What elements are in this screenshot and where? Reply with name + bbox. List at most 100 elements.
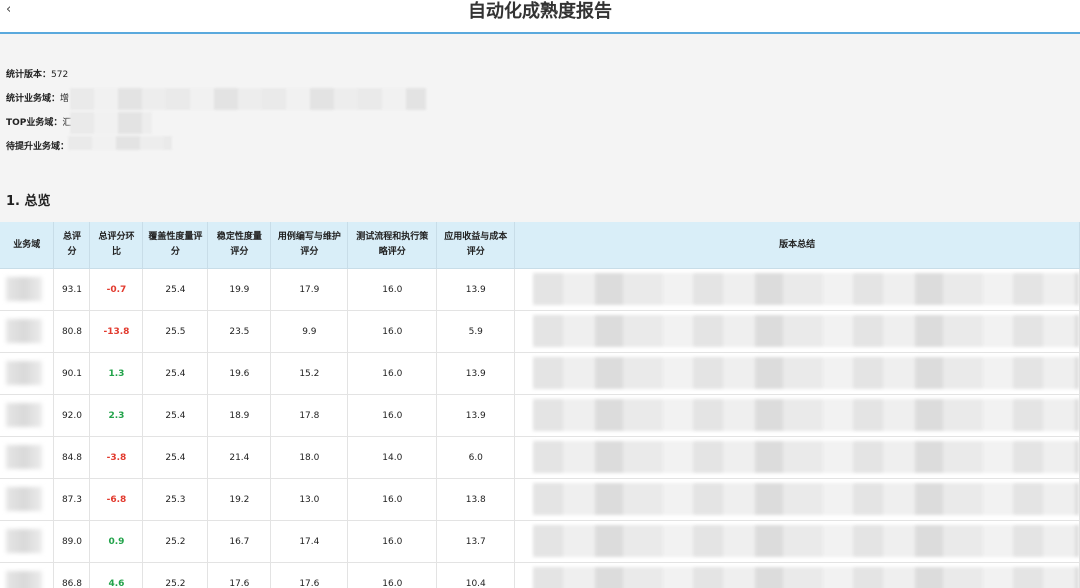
column-header-process[interactable]: 测试流程和执行策略评分: [347, 222, 438, 269]
table-row[interactable]: 89.0 0.9 25.2 16.7 17.4 16.0 13.7: [0, 520, 1080, 563]
redacted-top-domain: [70, 112, 152, 134]
column-header-domain[interactable]: 业务域: [0, 222, 55, 269]
column-header-delta[interactable]: 总评分环比: [89, 222, 144, 269]
overview-table-container: 业务域 总评分 总评分环比 覆盖性度量评分 稳定性度量评分 用例编写与维护评分 …: [0, 222, 1080, 588]
column-header-total[interactable]: 总评分: [53, 222, 91, 269]
redacted-domain-name: [6, 319, 42, 343]
redacted-domain-name: [6, 487, 42, 511]
redacted-summary: [533, 357, 1079, 389]
top-domain-info: TOP业务域：汇: [6, 115, 71, 128]
summary-cell: [514, 310, 1080, 353]
stability-score: 16.7: [207, 520, 272, 563]
table-row[interactable]: 92.0 2.3 25.4 18.9 17.8 16.0 13.9: [0, 394, 1080, 437]
table-row[interactable]: 90.1 1.3 25.4 19.6 15.2 16.0 13.9: [0, 352, 1080, 395]
process-score: 16.0: [347, 310, 438, 353]
benefit-score: 6.0: [436, 436, 516, 479]
redacted-domain-name: [6, 361, 42, 385]
section-title-overview: 1. 总览: [6, 194, 51, 209]
domain-info: 统计业务域：增: [6, 91, 69, 104]
column-header-benefit[interactable]: 应用收益与成本评分: [436, 222, 516, 269]
table-header-row: 业务域 总评分 总评分环比 覆盖性度量评分 稳定性度量评分 用例编写与维护评分 …: [0, 222, 1080, 269]
version-label: 统计版本：: [6, 70, 52, 80]
redacted-domain-name: [6, 445, 42, 469]
summary-cell: [514, 562, 1080, 588]
redacted-summary: [533, 441, 1079, 473]
benefit-score: 13.8: [436, 478, 516, 521]
improve-domain-info: 待提升业务域：: [6, 139, 69, 152]
coverage-score: 25.3: [142, 478, 209, 521]
redacted-domain-name: [6, 277, 42, 301]
redacted-summary: [533, 315, 1079, 347]
score-delta: -13.8: [89, 310, 144, 353]
domain-cell: [0, 436, 55, 479]
coverage-score: 25.5: [142, 310, 209, 353]
coverage-score: 25.4: [142, 352, 209, 395]
table-row[interactable]: 84.8 -3.8 25.4 21.4 18.0 14.0 6.0: [0, 436, 1080, 479]
benefit-score: 13.7: [436, 520, 516, 563]
report-header: ‹ 自动化成熟度报告: [0, 0, 1080, 34]
process-score: 16.0: [347, 478, 438, 521]
table-row[interactable]: 93.1 -0.7 25.4 19.9 17.9 16.0 13.9: [0, 268, 1080, 311]
benefit-score: 5.9: [436, 310, 516, 353]
redacted-improve-domain: [68, 136, 172, 150]
process-score: 16.0: [347, 520, 438, 563]
domain-cell: [0, 394, 55, 437]
stability-score: 19.6: [207, 352, 272, 395]
redacted-domains: [70, 88, 426, 110]
summary-cell: [514, 520, 1080, 563]
coverage-score: 25.4: [142, 394, 209, 437]
authoring-score: 17.6: [270, 562, 349, 588]
redacted-domain-name: [6, 403, 42, 427]
authoring-score: 17.8: [270, 394, 349, 437]
column-header-stability[interactable]: 稳定性度量评分: [207, 222, 272, 269]
score-delta: -0.7: [89, 268, 144, 311]
process-score: 16.0: [347, 562, 438, 588]
coverage-score: 25.2: [142, 520, 209, 563]
total-score: 86.8: [53, 562, 91, 588]
total-score: 89.0: [53, 520, 91, 563]
authoring-score: 13.0: [270, 478, 349, 521]
summary-cell: [514, 352, 1080, 395]
redacted-summary: [533, 399, 1079, 431]
summary-cell: [514, 436, 1080, 479]
authoring-score: 15.2: [270, 352, 349, 395]
redacted-summary: [533, 273, 1079, 305]
column-header-summary[interactable]: 版本总结: [514, 222, 1080, 269]
column-header-authoring[interactable]: 用例编写与维护评分: [270, 222, 349, 269]
redacted-summary: [533, 567, 1079, 588]
table-row[interactable]: 80.8 -13.8 25.5 23.5 9.9 16.0 5.9: [0, 310, 1080, 353]
redacted-summary: [533, 525, 1079, 557]
redacted-domain-name: [6, 529, 42, 553]
score-delta: -3.8: [89, 436, 144, 479]
stability-score: 18.9: [207, 394, 272, 437]
column-header-coverage[interactable]: 覆盖性度量评分: [142, 222, 209, 269]
domain-cell: [0, 562, 55, 588]
domain-cell: [0, 352, 55, 395]
total-score: 90.1: [53, 352, 91, 395]
domain-cell: [0, 268, 55, 311]
process-score: 14.0: [347, 436, 438, 479]
coverage-score: 25.2: [142, 562, 209, 588]
authoring-score: 17.9: [270, 268, 349, 311]
stability-score: 21.4: [207, 436, 272, 479]
score-delta: 0.9: [89, 520, 144, 563]
score-delta: 4.6: [89, 562, 144, 588]
authoring-score: 17.4: [270, 520, 349, 563]
total-score: 84.8: [53, 436, 91, 479]
stability-score: 19.2: [207, 478, 272, 521]
process-score: 16.0: [347, 268, 438, 311]
stability-score: 19.9: [207, 268, 272, 311]
process-score: 16.0: [347, 352, 438, 395]
table-row[interactable]: 87.3 -6.8 25.3 19.2 13.0 16.0 13.8: [0, 478, 1080, 521]
coverage-score: 25.4: [142, 436, 209, 479]
score-delta: -6.8: [89, 478, 144, 521]
benefit-score: 13.9: [436, 268, 516, 311]
redacted-domain-name: [6, 571, 42, 588]
domain-label: 统计业务域：: [6, 94, 61, 104]
authoring-score: 18.0: [270, 436, 349, 479]
total-score: 93.1: [53, 268, 91, 311]
table-row[interactable]: 86.8 4.6 25.2 17.6 17.6 16.0 10.4: [0, 562, 1080, 588]
redacted-summary: [533, 483, 1079, 515]
summary-cell: [514, 394, 1080, 437]
overview-table: 业务域 总评分 总评分环比 覆盖性度量评分 稳定性度量评分 用例编写与维护评分 …: [0, 222, 1080, 588]
